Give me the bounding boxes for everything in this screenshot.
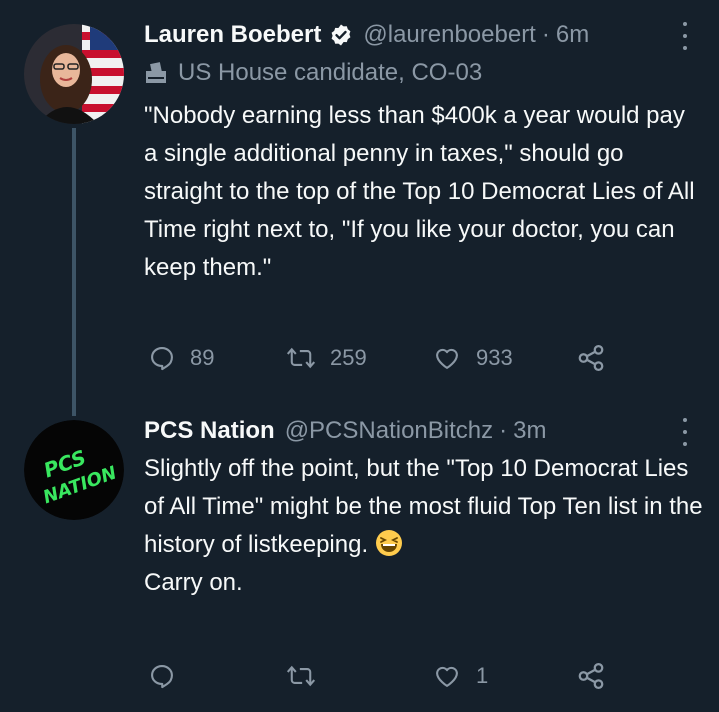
ballot-box-icon [146, 62, 166, 83]
separator-dot: · [541, 21, 550, 48]
verified-badge-icon [329, 23, 353, 47]
like-button[interactable]: 933 [432, 342, 513, 374]
tweet-header: Lauren Boebert @laurenboebert · 6m [144, 17, 589, 53]
reply-button[interactable]: 89 [148, 342, 214, 374]
separator-dot: · [499, 417, 508, 444]
like-count: 933 [476, 345, 513, 370]
tweet-text-part2: Carry on. [144, 569, 243, 596]
more-options-icon[interactable] [679, 22, 691, 50]
author-name[interactable]: Lauren Boebert [144, 21, 321, 49]
laughing-emoji-icon [375, 529, 403, 557]
retweet-button[interactable] [286, 660, 316, 692]
more-options-icon[interactable] [679, 418, 691, 446]
tweet-pcs-nation[interactable]: PCS NATION PCS Nation @PCSNationBitchz ·… [0, 400, 719, 712]
like-count: 1 [476, 663, 489, 688]
tweet-actions: 1 [144, 660, 624, 692]
tweet-actions: 89 259 933 [144, 342, 624, 374]
tweet-timestamp[interactable]: 3m [513, 417, 546, 445]
thread-connector-line [72, 128, 76, 416]
candidate-label: US House candidate, CO-03 [144, 58, 482, 88]
like-icon [436, 348, 458, 369]
tweet-text: Slightly off the point, but the "Top 10 … [144, 450, 704, 602]
author-handle[interactable]: @laurenboebert [363, 21, 535, 49]
tweet-timestamp[interactable]: 6m [556, 21, 589, 49]
author-handle[interactable]: @PCSNationBitchz [285, 417, 493, 445]
reply-button[interactable] [148, 660, 176, 692]
share-icon [578, 345, 604, 371]
like-button[interactable]: 1 [432, 660, 488, 692]
tweet-lauren-boebert[interactable]: Lauren Boebert @laurenboebert · 6m US Ho… [0, 0, 719, 416]
tweet-header: PCS Nation @PCSNationBitchz · 3m [144, 413, 546, 449]
share-icon [578, 663, 604, 689]
retweet-icon [286, 665, 316, 687]
share-button[interactable] [576, 660, 606, 692]
retweet-count: 259 [330, 345, 367, 370]
retweet-button[interactable]: 259 [286, 342, 367, 374]
like-icon [436, 666, 458, 687]
candidate-label-text: US House candidate, CO-03 [178, 59, 483, 86]
retweet-icon [286, 347, 316, 369]
reply-icon [151, 665, 173, 689]
avatar-pcs-nation[interactable]: PCS NATION [24, 420, 124, 520]
share-button[interactable] [576, 342, 606, 374]
author-name[interactable]: PCS Nation [144, 417, 275, 445]
reply-icon [151, 347, 173, 371]
tweet-text-part1: Slightly off the point, but the "Top 10 … [144, 455, 710, 558]
reply-count: 89 [190, 345, 215, 370]
tweet-text: "Nobody earning less than $400k a year w… [144, 102, 701, 281]
avatar-lauren-boebert[interactable] [24, 24, 124, 124]
